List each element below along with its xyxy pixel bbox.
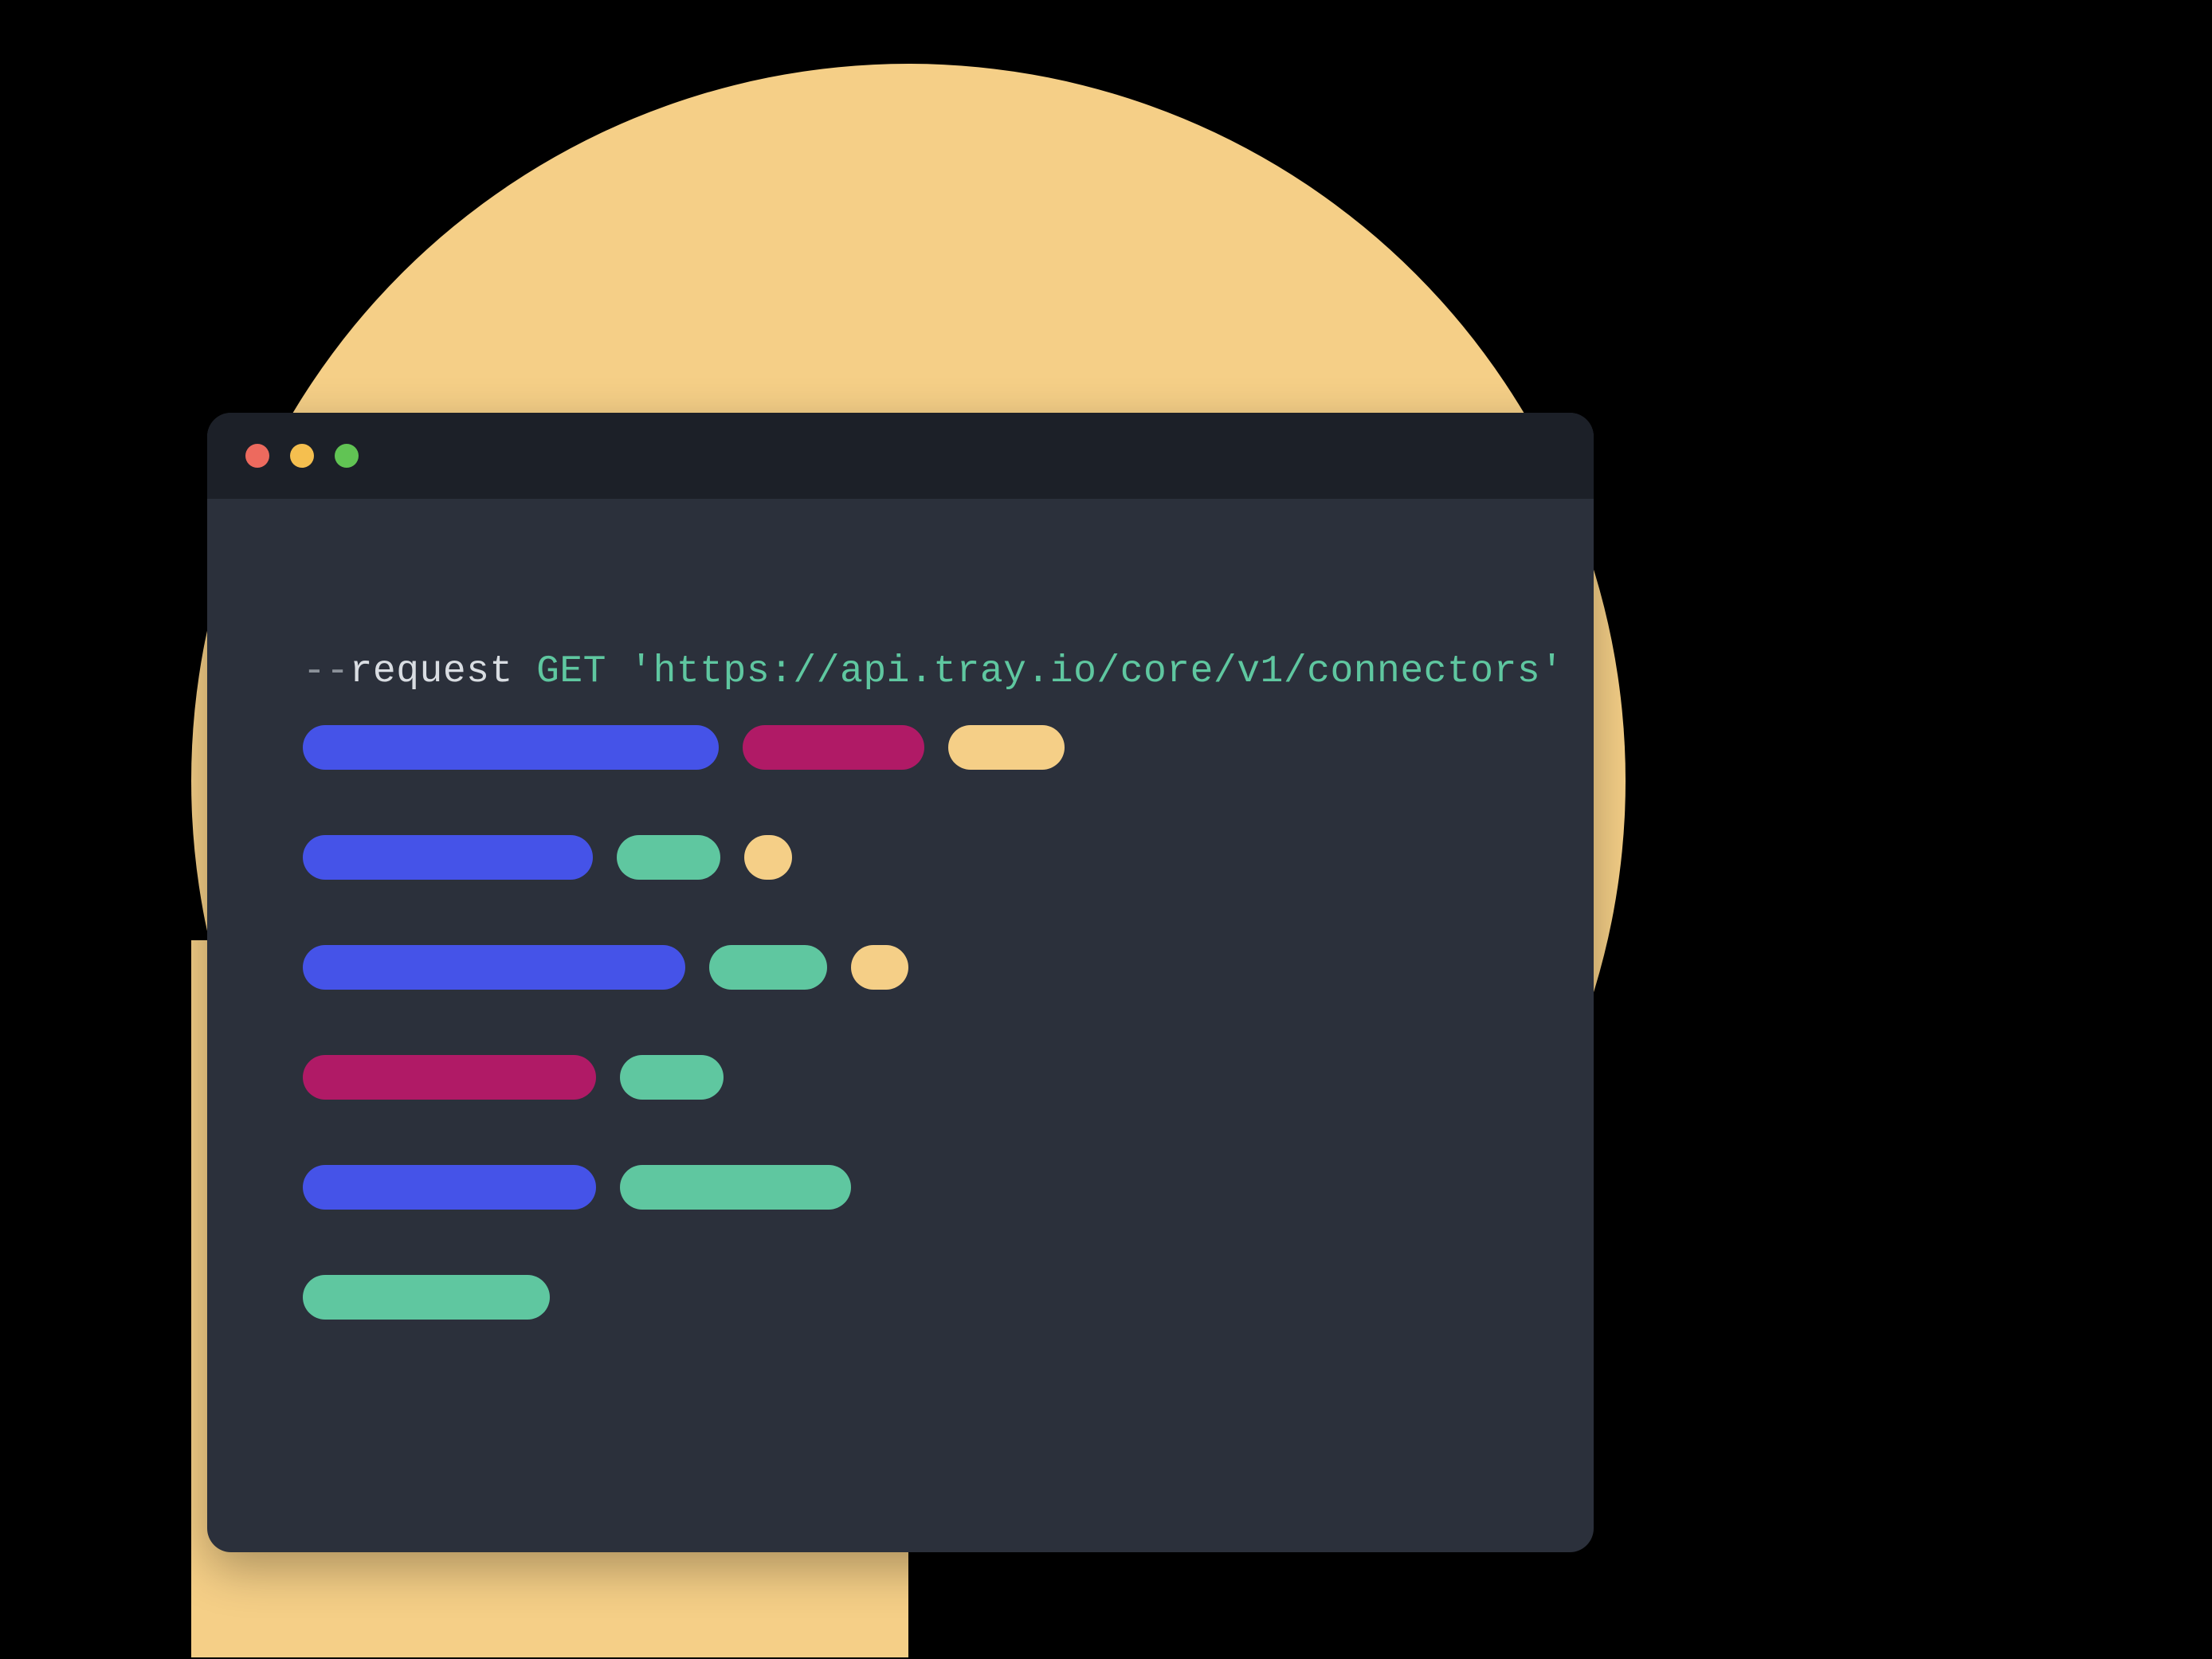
code-placeholder-token	[303, 835, 593, 880]
code-line: --request GET 'https://api.tray.io/core/…	[303, 650, 1498, 693]
maximize-icon[interactable]	[335, 444, 359, 468]
code-placeholder-token	[743, 725, 924, 770]
flag-request: request	[350, 650, 513, 693]
close-icon[interactable]	[245, 444, 269, 468]
code-placeholder-block	[303, 725, 1498, 1320]
code-placeholder-token	[303, 1165, 596, 1210]
code-placeholder-line	[303, 945, 1498, 990]
terminal-body: --request GET 'https://api.tray.io/core/…	[207, 499, 1594, 1449]
code-placeholder-token	[617, 835, 720, 880]
code-placeholder-line	[303, 1275, 1498, 1320]
http-method: GET	[536, 650, 606, 693]
code-placeholder-line	[303, 1165, 1498, 1210]
request-url: 'https://api.tray.io/core/v1/connectors'	[629, 650, 1563, 693]
code-placeholder-token	[303, 945, 685, 990]
code-placeholder-token	[709, 945, 827, 990]
code-placeholder-line	[303, 1055, 1498, 1100]
minimize-icon[interactable]	[290, 444, 314, 468]
window-title-bar	[207, 413, 1594, 499]
code-placeholder-token	[744, 835, 792, 880]
code-placeholder-token	[948, 725, 1065, 770]
flag-dash: --	[303, 650, 350, 693]
code-placeholder-token	[620, 1165, 851, 1210]
code-placeholder-line	[303, 835, 1498, 880]
code-placeholder-line	[303, 725, 1498, 770]
code-placeholder-token	[303, 1055, 596, 1100]
terminal-window: --request GET 'https://api.tray.io/core/…	[207, 413, 1594, 1552]
code-placeholder-token	[851, 945, 908, 990]
code-placeholder-token	[620, 1055, 724, 1100]
code-placeholder-token	[303, 1275, 550, 1320]
code-placeholder-token	[303, 725, 719, 770]
